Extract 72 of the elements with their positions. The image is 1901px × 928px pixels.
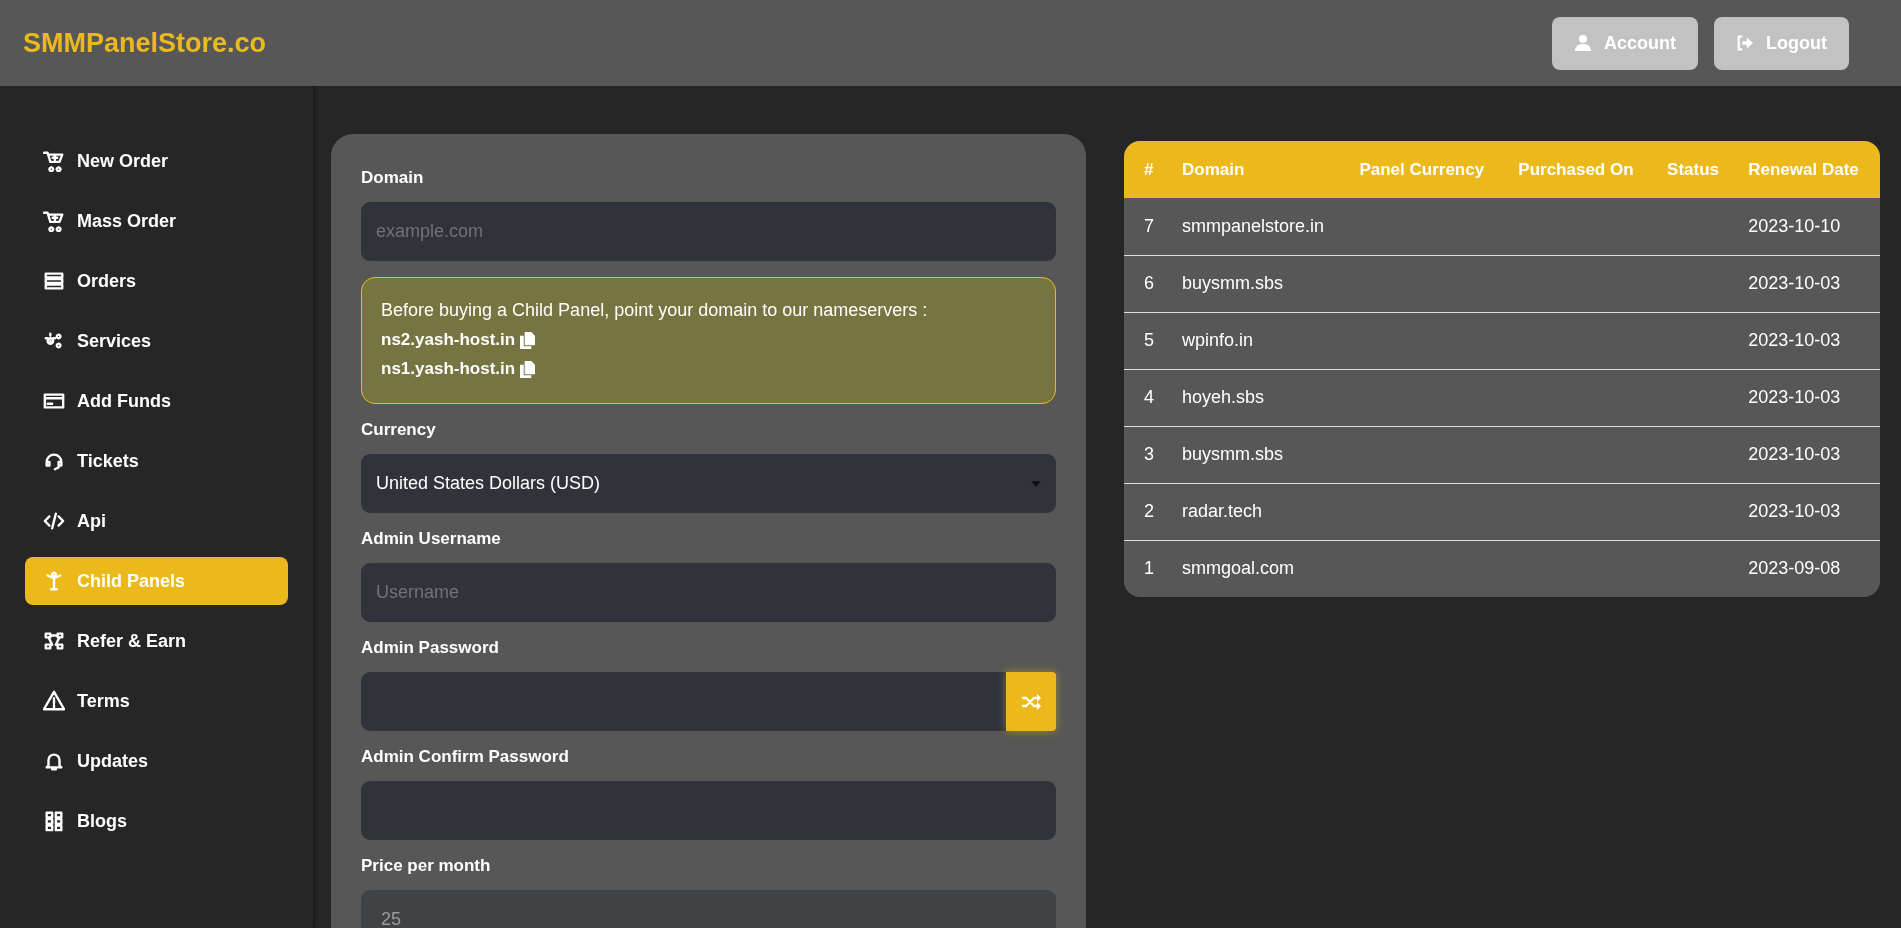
code-icon — [43, 510, 65, 532]
table-cell: 2023-10-03 — [1748, 387, 1841, 407]
brand-logo[interactable]: SMMPanelStore.co — [23, 27, 267, 59]
server-icon — [43, 270, 65, 292]
table-cell: buysmm.sbs — [1182, 273, 1284, 293]
network-icon — [43, 630, 65, 652]
table-cell: smmpanelstore.in — [1182, 215, 1325, 236]
sidebar-item[interactable]: Terms — [25, 677, 288, 725]
table-cell: 2023-10-03 — [1748, 501, 1841, 521]
column-header: # — [1144, 159, 1154, 179]
price-field[interactable]: 25 — [361, 890, 1056, 928]
currency-select[interactable]: United States Dollars (USD) — [361, 454, 1056, 513]
table-cell: 5 — [1144, 330, 1154, 350]
sidebar-item[interactable]: Tickets — [25, 437, 288, 485]
sidebar-item[interactable]: Orders — [25, 257, 288, 305]
cart-icon — [43, 210, 65, 232]
password-field[interactable] — [361, 672, 1006, 731]
table-cell: 3 — [1144, 444, 1154, 464]
column-header: Panel Currency — [1359, 159, 1485, 179]
copy-icon[interactable] — [520, 331, 536, 349]
text-field[interactable]: Username — [361, 563, 1056, 622]
credit-card-icon — [43, 390, 65, 412]
generate-password-button[interactable] — [1006, 672, 1056, 731]
table-cell: 1 — [1144, 558, 1154, 579]
table-cell: 4 — [1144, 387, 1154, 407]
sidebar-item[interactable]: Blogs — [25, 797, 288, 845]
copy-icon[interactable] — [520, 360, 536, 378]
shuffle-icon — [1021, 693, 1041, 710]
field-label: Admin Username — [361, 529, 502, 549]
nameserver-text: ns1.yash-host.in — [381, 359, 516, 379]
bell-icon — [43, 750, 65, 772]
column-header: Domain — [1182, 159, 1245, 179]
sidebar-item[interactable]: Mass Order — [25, 197, 288, 245]
text-field[interactable] — [361, 781, 1056, 840]
table-cell: 2023-10-03 — [1748, 273, 1841, 293]
sign-out-icon — [1736, 34, 1754, 52]
cart-icon — [43, 150, 65, 172]
table-cell: 2023-10-10 — [1748, 215, 1841, 236]
user-icon — [1574, 34, 1592, 52]
table-cell: 6 — [1144, 273, 1154, 293]
sidebar-item[interactable]: Api — [25, 497, 288, 545]
field-label: Admin Password — [361, 638, 500, 658]
column-header: Renewal Date — [1748, 159, 1859, 179]
field-label: Domain — [361, 168, 425, 188]
sidebar-item[interactable]: Services — [25, 317, 288, 365]
person-icon — [43, 570, 65, 592]
sidebar-item[interactable]: Updates — [25, 737, 288, 785]
table-cell: 2023-09-08 — [1748, 558, 1841, 579]
table-cell: hoyeh.sbs — [1182, 387, 1265, 407]
column-header: Purchased On — [1518, 159, 1634, 179]
column-header: Status — [1667, 159, 1720, 179]
table-cell: wpinfo.in — [1182, 330, 1254, 350]
sidebar-item[interactable]: New Order — [25, 137, 288, 185]
caret-icon — [1031, 480, 1041, 487]
table-cell: 7 — [1144, 215, 1154, 236]
notice-text: Before buying a Child Panel, point your domain to our nameservers : — [381, 300, 929, 321]
headset-icon — [43, 450, 65, 472]
field-label: Price per month — [361, 856, 492, 876]
sidebar-item[interactable]: Add Funds — [25, 377, 288, 425]
field-label: Admin Confirm Password — [361, 747, 570, 767]
field-label: Currency — [361, 420, 437, 440]
table-cell: 2 — [1144, 501, 1154, 521]
warning-icon — [43, 690, 65, 712]
table-cell: smmgoal.com — [1182, 558, 1295, 579]
sidebar-item[interactable]: Refer & Earn — [25, 617, 288, 665]
text-field[interactable]: example.com — [361, 202, 1056, 261]
grid-icon — [43, 810, 65, 832]
nameserver-text: ns2.yash-host.in — [381, 330, 516, 350]
table-cell: 2023-10-03 — [1748, 444, 1841, 464]
table-cell: radar.tech — [1182, 501, 1263, 521]
table-cell: buysmm.sbs — [1182, 444, 1284, 464]
table-cell: 2023-10-03 — [1748, 330, 1841, 350]
